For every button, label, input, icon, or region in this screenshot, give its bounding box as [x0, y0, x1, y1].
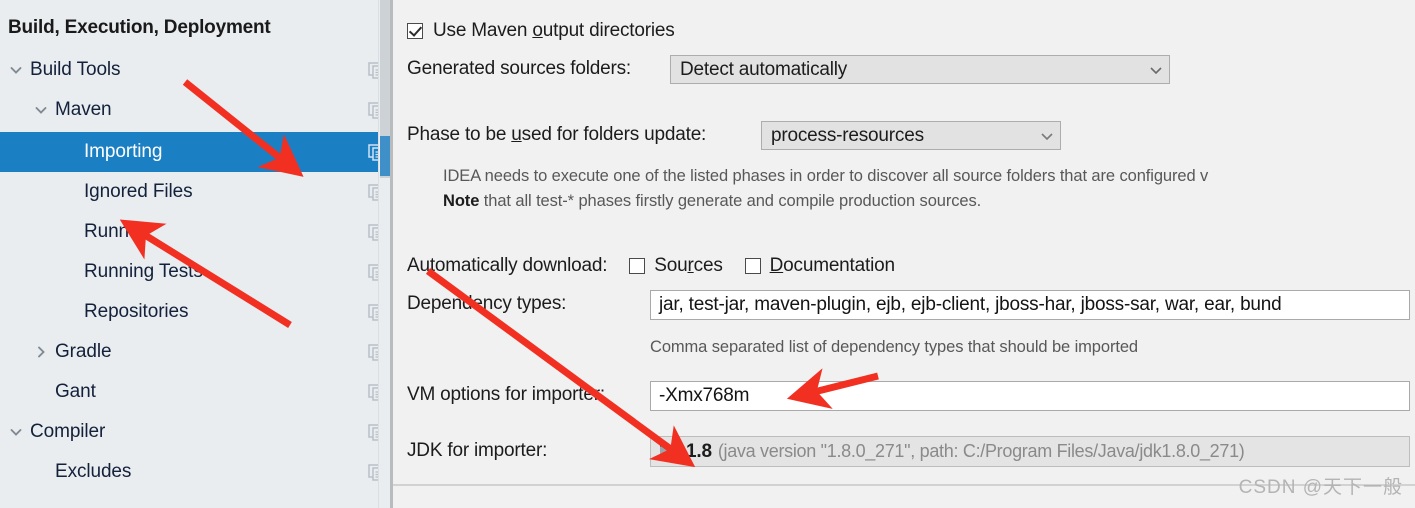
- dependency-types-value: jar, test-jar, maven-plugin, ejb, ejb-cl…: [659, 294, 1282, 315]
- jdk-importer-dropdown[interactable]: 1.8 (java version "1.8.0_271", path: C:/…: [650, 436, 1410, 467]
- generated-sources-label: Generated sources folders:: [407, 58, 631, 79]
- jdk-version: 1.8: [686, 440, 712, 462]
- sidebar-item-excludes[interactable]: Excludes: [0, 452, 393, 492]
- sidebar-item-ignored-files[interactable]: Ignored Files: [0, 172, 393, 212]
- chevron-down-icon: [1034, 128, 1060, 144]
- sidebar-item-label: Gant: [55, 381, 96, 402]
- sidebar-item-label: Ignored Files: [84, 181, 193, 202]
- chevron-down-icon[interactable]: [8, 424, 24, 440]
- download-documentation-checkbox[interactable]: [744, 258, 761, 274]
- generated-sources-value: Detect automatically: [680, 58, 848, 80]
- chevron-down-icon: [1143, 62, 1169, 78]
- dependency-types-hint: Comma separated list of dependency types…: [650, 338, 1138, 356]
- sidebar-title: Build, Execution, Deployment: [8, 17, 271, 38]
- phase-update-value: process-resources: [771, 124, 924, 146]
- sidebar-item-maven[interactable]: Maven: [0, 90, 393, 130]
- download-sources-label: Sources: [654, 255, 723, 276]
- sidebar-item-label: Gradle: [55, 341, 112, 362]
- sidebar-item-label: Importing: [84, 141, 163, 162]
- dependency-types-input[interactable]: jar, test-jar, maven-plugin, ejb, ejb-cl…: [650, 290, 1410, 320]
- use-maven-output-row[interactable]: Use Maven output directories: [407, 20, 675, 42]
- sidebar-item-build-tools[interactable]: Build Tools: [0, 50, 393, 90]
- sidebar-item-label: Maven: [55, 99, 112, 120]
- sidebar-item-runner[interactable]: Runner: [0, 212, 393, 252]
- download-documentation-label: Documentation: [769, 255, 895, 276]
- vm-options-value: -Xmx768m: [659, 385, 750, 406]
- phase-note-line1: IDEA needs to execute one of the listed …: [443, 167, 1209, 185]
- chevron-down-icon[interactable]: [8, 62, 24, 78]
- settings-dialog: Build, Execution, Deployment Build Tools…: [0, 0, 1415, 508]
- phase-update-dropdown[interactable]: process-resources: [761, 121, 1061, 150]
- sidebar-item-label: Repositories: [84, 301, 189, 322]
- generated-sources-folders-dropdown[interactable]: Detect automatically: [670, 55, 1170, 84]
- sidebar-item-gradle[interactable]: Gradle: [0, 332, 393, 372]
- importing-settings-panel: Use Maven output directories Generated s…: [393, 0, 1415, 508]
- vm-options-label: VM options for importer:: [407, 384, 605, 405]
- dependency-types-label: Dependency types:: [407, 293, 567, 314]
- clipped-top-row: [393, 0, 1415, 10]
- chevron-down-icon[interactable]: [33, 102, 49, 118]
- sidebar-item-repositories[interactable]: Repositories: [0, 292, 393, 332]
- sidebar-item-label: Excludes: [55, 461, 132, 482]
- java-folder-icon: [659, 440, 680, 464]
- phase-update-label: Phase to be used for folders update:: [407, 124, 707, 145]
- sidebar-item-label: Compiler: [30, 421, 106, 442]
- phase-note-line2: Note that all test-* phases firstly gene…: [443, 192, 982, 210]
- auto-download-row: Automatically download: Sources Document…: [407, 255, 895, 277]
- sidebar-item-gant[interactable]: Gant: [0, 372, 393, 412]
- settings-sidebar: Build, Execution, Deployment Build Tools…: [0, 0, 393, 508]
- vm-options-input[interactable]: -Xmx768m: [650, 381, 1410, 411]
- download-sources-checkbox[interactable]: [629, 258, 646, 274]
- use-maven-output-checkbox[interactable]: [407, 23, 423, 39]
- sidebar-item-running-tests[interactable]: Running Tests: [0, 252, 393, 292]
- sidebar-item-importing[interactable]: Importing: [0, 132, 393, 172]
- csdn-watermark: CSDN @天下一般: [1238, 477, 1403, 498]
- jdk-importer-label: JDK for importer:: [407, 440, 548, 461]
- use-maven-output-label: Use Maven output directories: [433, 20, 675, 41]
- sidebar-item-label: Build Tools: [30, 59, 121, 80]
- sidebar-item-label: Running Tests: [84, 261, 203, 282]
- auto-download-label: Automatically download:: [407, 255, 608, 276]
- jdk-path-detail: (java version "1.8.0_271", path: C:/Prog…: [717, 441, 1245, 461]
- sidebar-item-compiler[interactable]: Compiler: [0, 412, 393, 452]
- sidebar-item-label: Runner: [84, 221, 146, 242]
- chevron-right-icon[interactable]: [33, 344, 49, 360]
